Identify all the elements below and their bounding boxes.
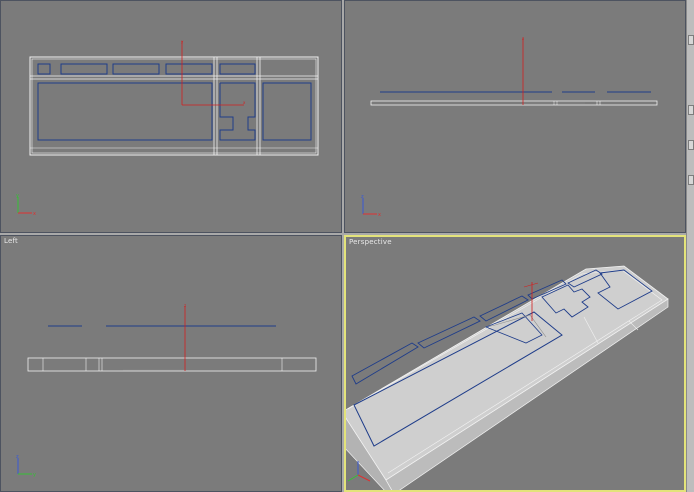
left-view-wireframe: z z y bbox=[16, 303, 317, 478]
svg-text:z: z bbox=[361, 194, 364, 200]
axis-tripod-icon: z y bbox=[16, 454, 36, 478]
svg-text:x: x bbox=[378, 212, 381, 218]
axis-tripod-icon: y x bbox=[16, 193, 36, 217]
svg-text:y: y bbox=[33, 472, 36, 478]
command-panel-edge bbox=[686, 0, 694, 492]
viewport-left[interactable]: Left z z y bbox=[0, 235, 342, 492]
svg-text:y: y bbox=[181, 39, 184, 44]
axis-tripod-icon: z x bbox=[361, 194, 381, 218]
panel-button[interactable] bbox=[688, 35, 694, 45]
svg-text:z: z bbox=[184, 303, 186, 308]
svg-text:z: z bbox=[522, 36, 524, 41]
svg-text:x: x bbox=[33, 211, 36, 217]
svg-text:y: y bbox=[16, 193, 19, 199]
front-view-wireframe: z z x bbox=[361, 36, 658, 218]
viewport-perspective[interactable]: Perspective bbox=[344, 235, 686, 492]
viewport-front[interactable]: z z x bbox=[344, 0, 686, 233]
top-view-wireframe: y x y x bbox=[16, 39, 319, 217]
keyboard-base-top bbox=[346, 265, 669, 481]
panel-button[interactable] bbox=[688, 140, 694, 150]
svg-text:x: x bbox=[243, 100, 246, 105]
svg-text:z: z bbox=[16, 454, 19, 460]
viewport-top[interactable]: y x y x bbox=[0, 0, 342, 233]
panel-button[interactable] bbox=[688, 105, 694, 115]
perspective-view-model bbox=[346, 265, 669, 490]
panel-button[interactable] bbox=[688, 175, 694, 185]
